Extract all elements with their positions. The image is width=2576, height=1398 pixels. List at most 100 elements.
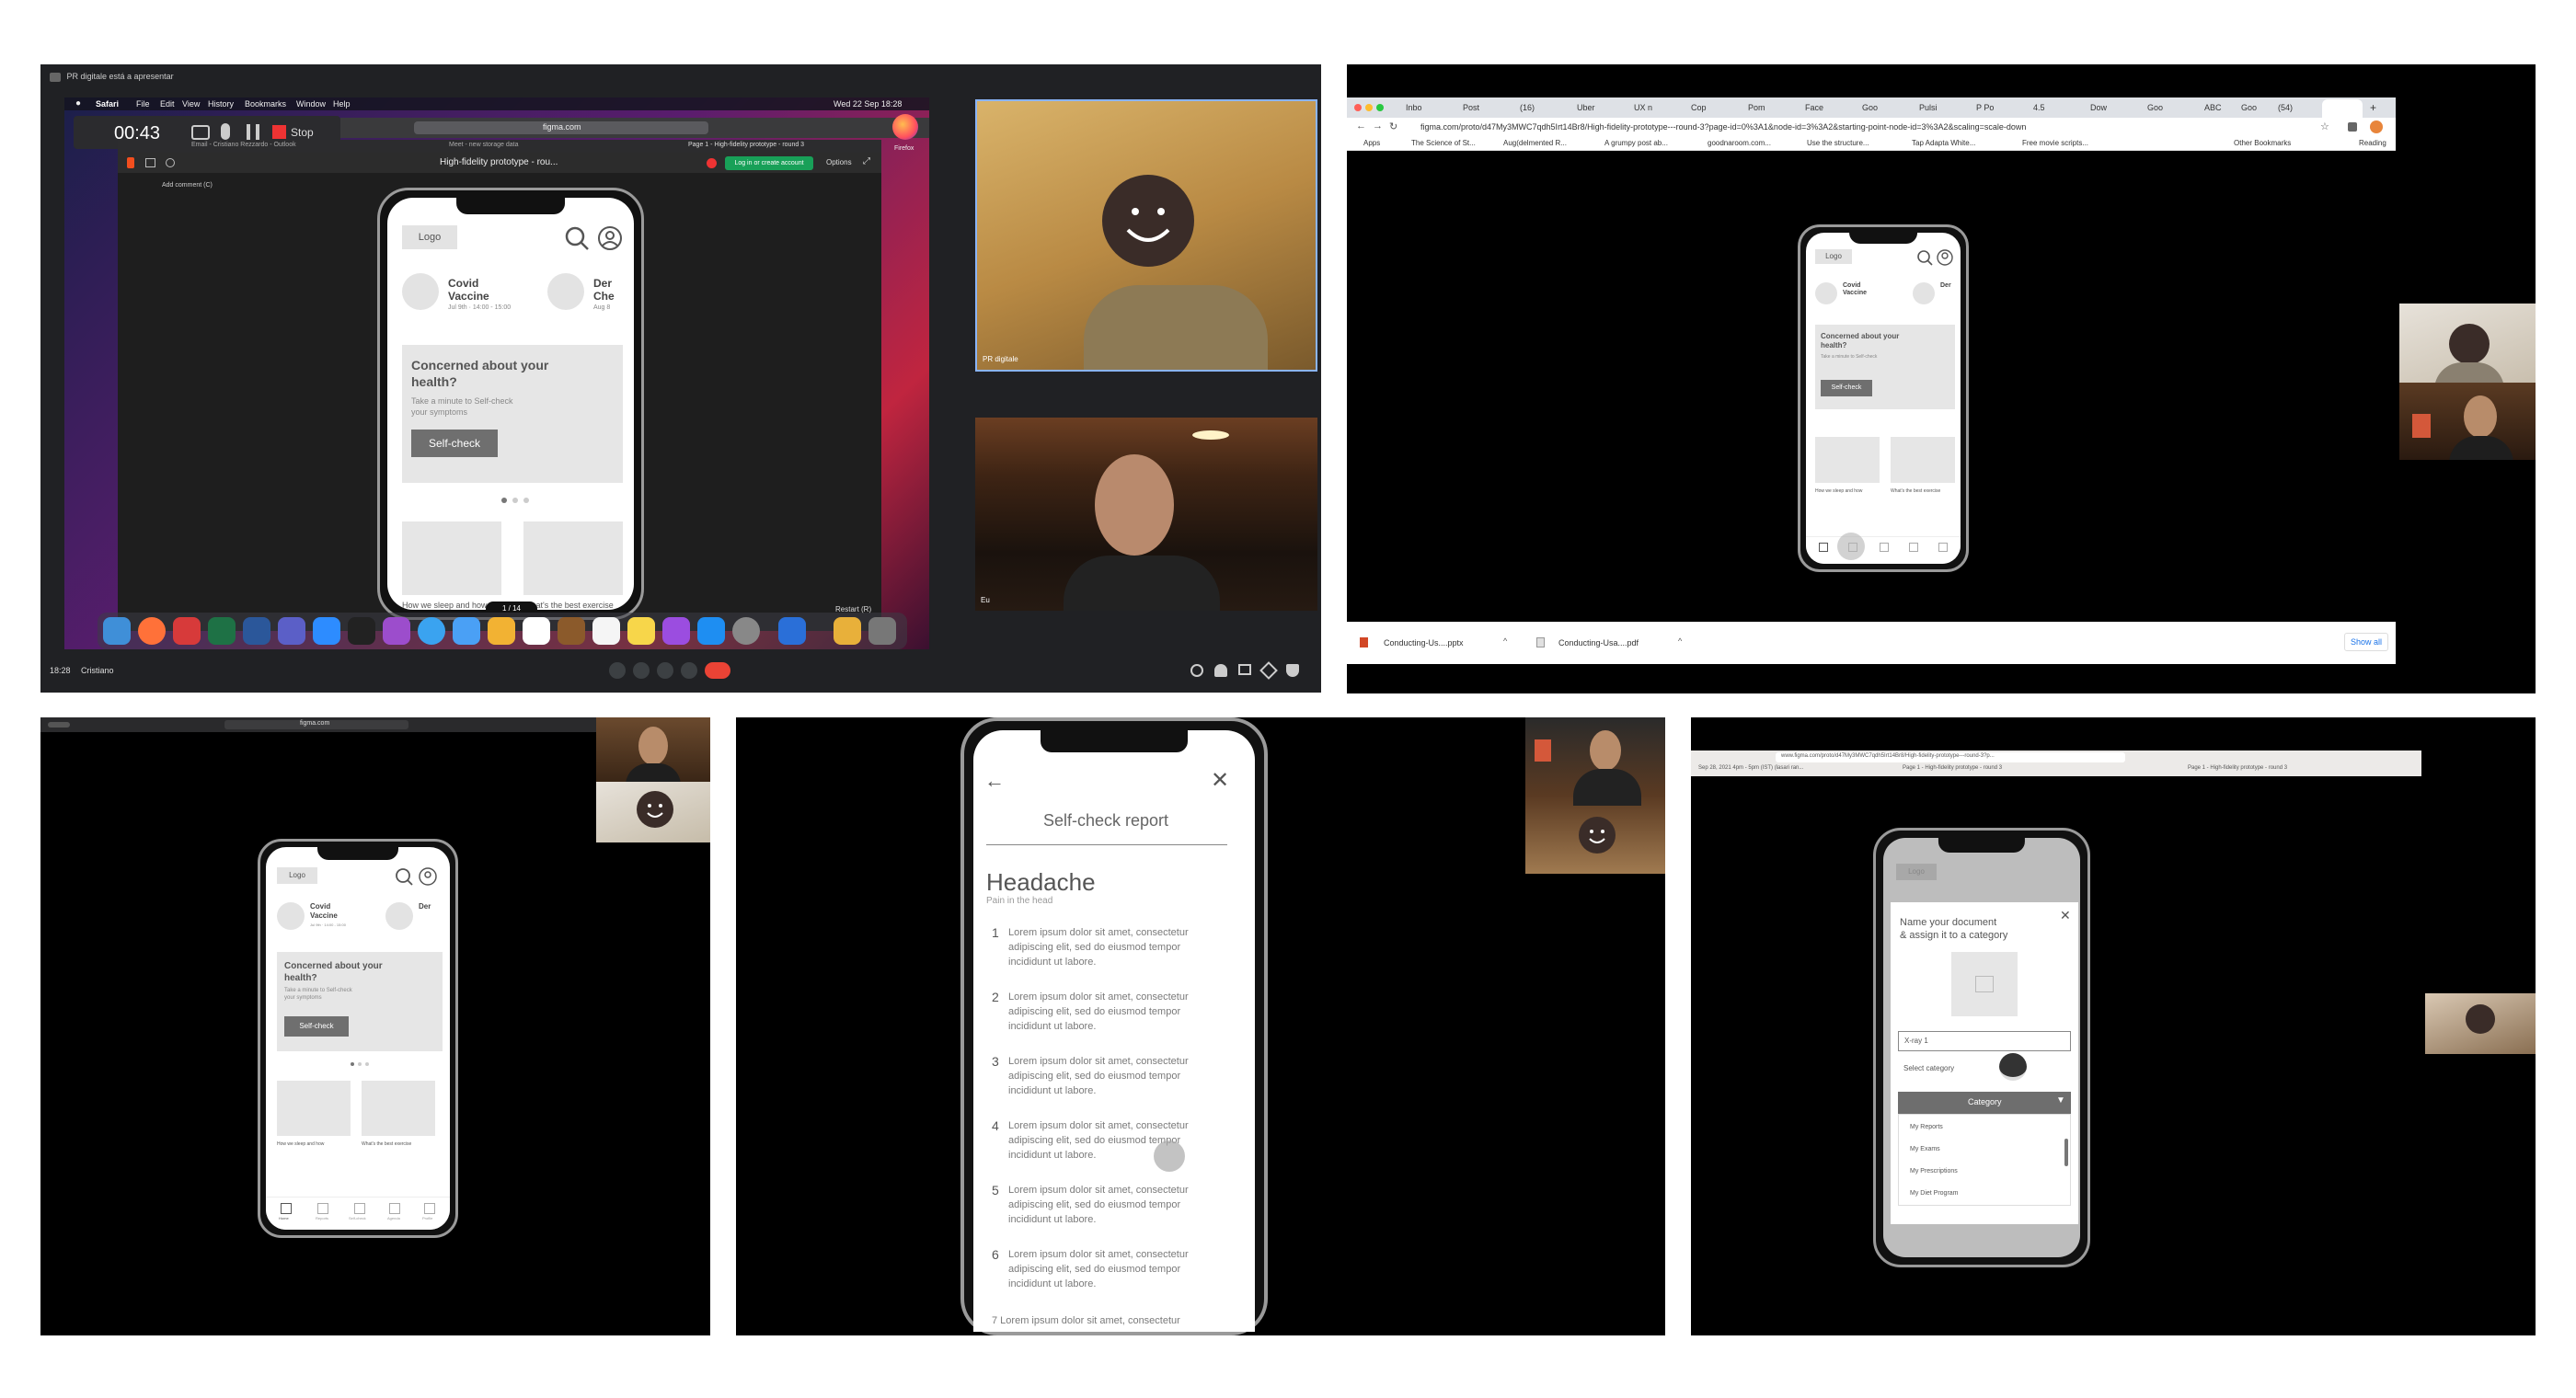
bookmark-item[interactable]: The Science of St... <box>1411 139 1476 147</box>
menu-history[interactable]: History <box>208 99 234 109</box>
show-all-button[interactable]: Show all <box>2344 633 2389 651</box>
nav-profile-icon[interactable] <box>1938 543 1948 552</box>
chrome-tab[interactable]: Pom <box>1748 103 1765 112</box>
self-check-button[interactable]: Self-check <box>1821 380 1872 396</box>
profile-icon[interactable] <box>597 225 623 251</box>
nav-selfcheck-icon[interactable] <box>1880 543 1889 552</box>
window-controls[interactable] <box>48 722 70 728</box>
figma-logo-icon[interactable] <box>127 157 134 168</box>
chrome-tab[interactable]: Dow <box>2090 103 2107 112</box>
activities-icon[interactable] <box>1259 661 1278 680</box>
chrome-tab[interactable]: UX n <box>1634 103 1652 112</box>
article-card[interactable] <box>1815 437 1880 483</box>
self-check-button[interactable]: Self-check <box>284 1016 349 1037</box>
chrome-tab[interactable]: Post <box>1463 103 1479 112</box>
present-button[interactable] <box>657 662 673 679</box>
app-icon[interactable] <box>173 617 201 645</box>
chrome-tab[interactable]: Goo <box>1862 103 1878 112</box>
bookmark-item[interactable]: Use the structure... <box>1807 139 1869 147</box>
carousel-dot[interactable] <box>365 1062 369 1066</box>
avatar[interactable] <box>2370 120 2383 133</box>
people-icon[interactable] <box>1214 664 1227 677</box>
menu-bookmarks[interactable]: Bookmarks <box>245 99 286 109</box>
app-icon[interactable] <box>778 617 806 645</box>
select-category-label[interactable]: Select category <box>1903 1064 1954 1072</box>
scrollbar[interactable] <box>2064 1139 2068 1166</box>
category-option[interactable]: My Exams <box>1910 1146 1940 1152</box>
category-dropdown[interactable]: Category ▼ <box>1898 1092 2071 1114</box>
nav-agenda-icon[interactable] <box>1909 543 1918 552</box>
document-name-input[interactable]: X-ray 1 <box>1898 1031 2071 1051</box>
safari-icon[interactable] <box>418 617 445 645</box>
terminal-icon[interactable] <box>348 617 375 645</box>
hangup-button[interactable] <box>705 662 730 679</box>
pause-icon[interactable] <box>247 124 259 141</box>
chat-icon[interactable] <box>1238 664 1251 675</box>
bookmark-item[interactable]: Free movie scripts... <box>2022 139 2088 147</box>
options-button[interactable]: Options <box>826 158 852 166</box>
nav-profile-icon[interactable] <box>424 1203 435 1214</box>
reminders-icon[interactable] <box>592 617 620 645</box>
minimize-window-icon[interactable] <box>1365 104 1373 111</box>
maximize-window-icon[interactable] <box>1376 104 1384 111</box>
back-arrow-icon[interactable]: ← <box>984 769 1005 793</box>
menu-help[interactable]: Help <box>333 99 351 109</box>
back-icon[interactable]: ← <box>1356 120 1366 132</box>
category-option[interactable]: My Reports <box>1910 1124 1943 1130</box>
carousel-dot[interactable] <box>501 498 507 503</box>
more-button[interactable] <box>681 662 697 679</box>
self-check-button[interactable]: Self-check <box>411 430 498 457</box>
menu-view[interactable]: View <box>182 99 200 109</box>
bookmark-item[interactable]: Tap Adapta White... <box>1912 139 1975 147</box>
menu-window[interactable]: Window <box>296 99 326 109</box>
download-item[interactable]: Conducting-Us....pptx <box>1384 638 1464 647</box>
profile-icon[interactable] <box>1937 249 1953 266</box>
firefox-icon[interactable] <box>892 114 918 140</box>
chevron-up-icon[interactable]: ^ <box>1503 636 1507 646</box>
camera-button[interactable] <box>633 662 650 679</box>
chrome-tab-active[interactable] <box>2322 99 2363 118</box>
chrome-tab[interactable]: P Po <box>1976 103 1994 112</box>
safari-address-bar[interactable]: figma.com <box>224 720 408 729</box>
reading-list[interactable]: Reading <box>2359 139 2386 147</box>
word-icon[interactable] <box>243 617 270 645</box>
menu-file[interactable]: File <box>136 99 150 109</box>
tab-outlook[interactable]: Email - Cristiano Rezzardo - Outlook <box>191 142 296 148</box>
category-option[interactable]: My Prescriptions <box>1910 1168 1958 1175</box>
nav-home-icon[interactable] <box>281 1203 292 1214</box>
profile-icon[interactable] <box>419 867 437 886</box>
bookmark-item[interactable]: goodnaroom.com... <box>1708 139 1771 147</box>
close-icon[interactable]: ✕ <box>1211 767 1229 794</box>
reload-icon[interactable]: ↻ <box>1389 120 1397 132</box>
forward-icon[interactable]: → <box>1373 120 1383 132</box>
article-card[interactable] <box>362 1081 435 1136</box>
address-bar[interactable]: www.figma.com/proto/d47My3MWC7qdh5Irt14B… <box>1776 752 2125 762</box>
dropdown-caret-icon[interactable]: ▼ <box>2056 1095 2065 1106</box>
search-icon[interactable] <box>564 225 590 251</box>
carousel-dot[interactable] <box>523 498 529 503</box>
bookmark-apps[interactable]: Apps <box>1363 139 1380 147</box>
podcasts-icon[interactable] <box>662 617 690 645</box>
nav-agenda-icon[interactable] <box>389 1203 400 1214</box>
chrome-tab[interactable]: (54) <box>2278 103 2293 112</box>
login-button[interactable]: Log in or create account <box>725 156 813 170</box>
article-card[interactable] <box>523 521 623 595</box>
comment-icon[interactable] <box>166 158 175 167</box>
category-option[interactable]: My Diet Program <box>1910 1190 1959 1197</box>
nav-reports-icon[interactable] <box>317 1203 328 1214</box>
tab-figma[interactable]: Page 1 - High-fidelity prototype - round… <box>688 142 804 148</box>
new-tab-icon[interactable]: + <box>2370 101 2376 114</box>
download-item[interactable]: Conducting-Usa....pdf <box>1558 638 1639 647</box>
apple-icon[interactable]: ● <box>75 98 81 109</box>
nav-selfcheck-icon[interactable] <box>354 1203 365 1214</box>
nav-home-icon[interactable] <box>1819 543 1828 552</box>
info-icon[interactable] <box>1190 664 1203 677</box>
carousel-dot[interactable] <box>512 498 518 503</box>
excel-icon[interactable] <box>208 617 236 645</box>
calendar-icon[interactable] <box>523 617 550 645</box>
chrome-tab[interactable]: Pulsi <box>1919 103 1938 112</box>
browser-tab[interactable]: Page 1 - High-fidelity prototype - round… <box>2188 765 2287 771</box>
chrome-tab[interactable]: 4.5 <box>2033 103 2045 112</box>
bookmark-star-icon[interactable]: ☆ <box>2320 120 2329 132</box>
menu-app-name[interactable]: Safari <box>96 99 119 109</box>
